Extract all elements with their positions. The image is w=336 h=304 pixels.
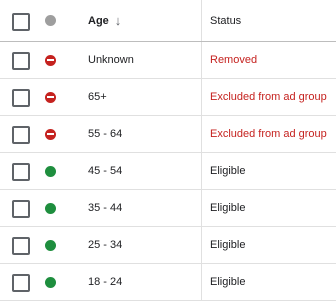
table-row: Unknown Removed	[0, 42, 336, 79]
age-cell: Unknown	[88, 54, 134, 66]
table-row: 25 - 34 Eligible	[0, 227, 336, 264]
table-row: 35 - 44 Eligible	[0, 190, 336, 227]
eligible-dot-icon	[45, 165, 56, 177]
age-cell: 35 - 44	[88, 202, 123, 214]
table-row: 65+ Excluded from ad group	[0, 79, 336, 116]
status-header-label: Status	[210, 14, 242, 27]
status-cell: Removed	[210, 54, 258, 66]
table-row: 18 - 24 Eligible	[0, 264, 336, 301]
age-cell: 55 - 64	[88, 128, 123, 140]
status-cell: Excluded from ad group	[210, 91, 327, 103]
status-cell: Excluded from ad group	[210, 128, 327, 140]
select-all-checkbox[interactable]	[12, 12, 30, 31]
age-header-label: Age	[88, 14, 109, 27]
row-checkbox[interactable]	[12, 163, 30, 181]
age-cell: 45 - 54	[88, 165, 123, 177]
status-cell: Eligible	[210, 276, 246, 288]
status-column-header[interactable]: Status	[210, 0, 241, 41]
age-cell: 25 - 34	[88, 239, 123, 251]
eligible-dot-icon	[45, 202, 56, 214]
row-checkbox[interactable]	[12, 237, 30, 255]
table-row: 45 - 54 Eligible	[0, 153, 336, 190]
table-header: Age ↓ Status	[0, 0, 336, 42]
status-cell: Eligible	[210, 202, 246, 214]
row-checkbox[interactable]	[12, 274, 30, 292]
sort-arrow-icon[interactable]: ↓	[115, 13, 122, 28]
row-checkbox[interactable]	[12, 52, 30, 70]
removed-icon	[45, 54, 56, 66]
table-row: 55 - 64 Excluded from ad group	[0, 116, 336, 153]
status-cell: Eligible	[210, 239, 246, 251]
status-dot-icon	[45, 15, 56, 26]
row-checkbox[interactable]	[12, 200, 30, 218]
age-table: Age ↓ Status Unknown Removed 65+ Exclude…	[0, 0, 336, 301]
eligible-dot-icon	[45, 276, 56, 288]
removed-icon	[45, 128, 56, 140]
eligible-dot-icon	[45, 239, 56, 251]
age-column-header[interactable]: Age ↓	[88, 0, 121, 41]
age-cell: 18 - 24	[88, 276, 123, 288]
row-checkbox[interactable]	[12, 126, 30, 144]
row-checkbox[interactable]	[12, 89, 30, 107]
age-cell: 65+	[88, 91, 107, 103]
removed-icon	[45, 91, 56, 103]
status-cell: Eligible	[210, 165, 246, 177]
